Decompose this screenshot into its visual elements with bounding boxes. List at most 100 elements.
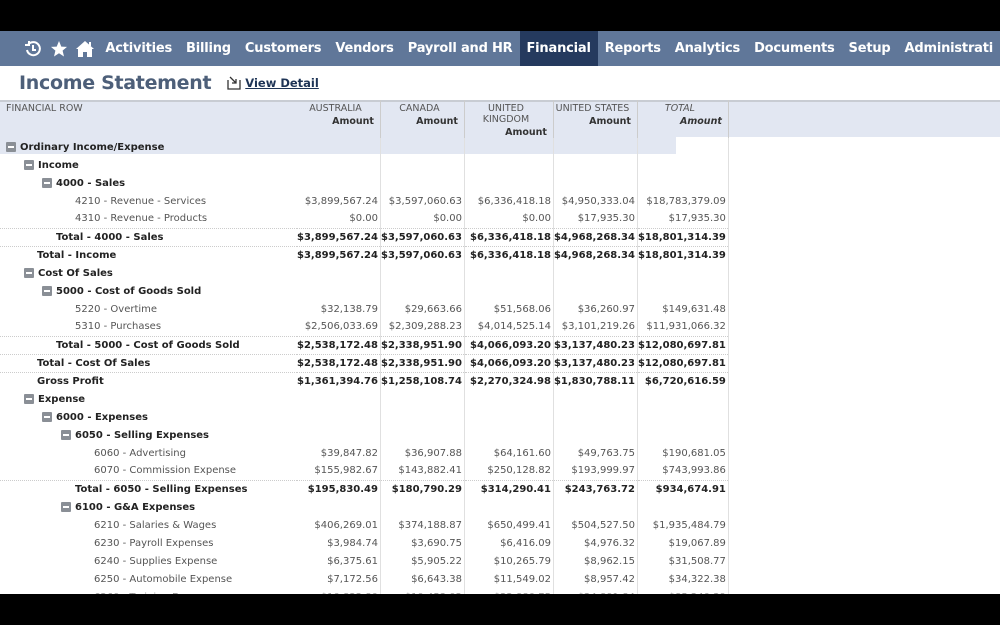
amount-cell[interactable]: $17,935.30 xyxy=(553,210,638,228)
amount-cell[interactable]: $190,681.05 xyxy=(637,444,729,462)
amount-cell[interactable]: $3,137,480.23 xyxy=(553,335,638,354)
amount-cell[interactable]: $4,014,525.14 xyxy=(464,318,554,336)
nav-item-documents[interactable]: Documents xyxy=(747,31,841,66)
amount-cell[interactable]: $143,882.41 xyxy=(380,462,465,480)
amount-cell[interactable]: $8,962.15 xyxy=(553,552,638,570)
amount-cell[interactable]: $406,269.01 xyxy=(297,516,381,534)
amount-cell[interactable]: $250,128.82 xyxy=(464,462,554,480)
column-header-canada[interactable]: CANADA Amount xyxy=(380,100,465,138)
recent-history-icon[interactable] xyxy=(20,31,46,66)
collapse-toggle-icon[interactable] xyxy=(61,429,71,440)
amount-cell[interactable]: $6,336,418.18 xyxy=(464,227,554,246)
amount-cell[interactable]: $6,375.61 xyxy=(297,552,381,570)
collapse-toggle-icon[interactable] xyxy=(6,141,16,152)
nav-item-analytics[interactable]: Analytics xyxy=(668,31,747,66)
amount-cell[interactable]: $18,783,379.09 xyxy=(637,192,729,210)
amount-cell[interactable]: $6,416.09 xyxy=(464,534,554,552)
amount-cell[interactable]: $7,172.56 xyxy=(297,570,381,588)
amount-cell[interactable]: $2,309,288.23 xyxy=(380,318,465,336)
nav-item-vendors[interactable]: Vendors xyxy=(328,31,400,66)
row-label[interactable]: Income xyxy=(38,160,79,171)
amount-cell[interactable]: $5,905.22 xyxy=(380,552,465,570)
amount-cell[interactable]: $3,597,060.63 xyxy=(380,227,465,246)
amount-cell[interactable]: $0.00 xyxy=(297,210,381,228)
collapse-toggle-icon[interactable] xyxy=(42,285,52,296)
amount-cell[interactable]: $11,549.02 xyxy=(464,570,554,588)
amount-cell[interactable]: $155,982.67 xyxy=(297,462,381,480)
amount-cell[interactable]: $2,270,324.98 xyxy=(464,371,554,390)
amount-cell[interactable]: $149,631.48 xyxy=(637,300,729,318)
amount-cell[interactable]: $6,643.38 xyxy=(380,570,465,588)
column-header-total[interactable]: TOTAL Amount xyxy=(637,100,729,138)
nav-item-billing[interactable]: Billing xyxy=(179,31,238,66)
amount-cell[interactable]: $0.00 xyxy=(380,210,465,228)
amount-cell[interactable]: $193,999.97 xyxy=(553,462,638,480)
amount-cell[interactable]: $22,880.75 xyxy=(464,588,554,594)
column-header-australia[interactable]: AUSTRALIA Amount xyxy=(297,100,381,138)
collapse-toggle-icon[interactable] xyxy=(61,501,71,512)
amount-cell[interactable]: $6,336,418.18 xyxy=(464,245,554,264)
amount-cell[interactable]: $2,538,172.48 xyxy=(297,335,381,354)
amount-cell[interactable]: $3,690.75 xyxy=(380,534,465,552)
amount-cell[interactable]: $3,899,567.24 xyxy=(297,227,381,246)
amount-cell[interactable]: $195,830.49 xyxy=(297,479,381,498)
amount-cell[interactable]: $49,763.75 xyxy=(553,444,638,462)
view-detail-link[interactable]: View Detail xyxy=(227,76,319,90)
collapse-toggle-icon[interactable] xyxy=(24,159,34,170)
amount-cell[interactable]: $374,188.87 xyxy=(380,516,465,534)
amount-cell[interactable]: $64,161.60 xyxy=(464,444,554,462)
row-label[interactable]: 6000 - Expenses xyxy=(56,412,148,423)
amount-cell[interactable]: $19,067.89 xyxy=(637,534,729,552)
row-label[interactable]: 6100 - G&A Expenses xyxy=(75,502,195,513)
row-label[interactable]: 4000 - Sales xyxy=(56,178,125,189)
amount-cell[interactable]: $650,499.41 xyxy=(464,516,554,534)
amount-cell[interactable]: $1,935,484.79 xyxy=(637,516,729,534)
column-header-united-states[interactable]: UNITED STATES Amount xyxy=(553,100,638,138)
amount-cell[interactable]: $18,801,314.39 xyxy=(637,227,729,246)
amount-cell[interactable]: $3,101,219.26 xyxy=(553,318,638,336)
home-icon[interactable] xyxy=(72,31,98,66)
nav-item-financial[interactable]: Financial xyxy=(519,31,598,66)
amount-cell[interactable]: $1,361,394.76 xyxy=(297,371,381,390)
amount-cell[interactable]: $18,801,314.39 xyxy=(637,245,729,264)
amount-cell[interactable]: $3,137,480.23 xyxy=(553,353,638,372)
amount-cell[interactable]: $743,993.86 xyxy=(637,462,729,480)
amount-cell[interactable]: $0.00 xyxy=(464,210,554,228)
amount-cell[interactable]: $10,265.79 xyxy=(464,552,554,570)
nav-item-administrati[interactable]: Administrati xyxy=(898,31,1000,66)
amount-cell[interactable]: $34,322.38 xyxy=(637,570,729,588)
amount-cell[interactable]: $934,674.91 xyxy=(637,479,729,498)
amount-cell[interactable]: $32,138.79 xyxy=(297,300,381,318)
row-label[interactable]: Cost Of Sales xyxy=(38,268,113,279)
amount-cell[interactable]: $4,950,333.04 xyxy=(553,192,638,210)
amount-cell[interactable]: $4,066,093.20 xyxy=(464,353,554,372)
collapse-toggle-icon[interactable] xyxy=(42,177,52,188)
amount-cell[interactable]: $10,822.80 xyxy=(297,588,381,594)
row-label[interactable]: Expense xyxy=(38,394,85,405)
amount-cell[interactable]: $4,968,268.34 xyxy=(553,245,638,264)
amount-cell[interactable]: $243,763.72 xyxy=(553,479,638,498)
amount-cell[interactable]: $180,790.29 xyxy=(380,479,465,498)
amount-cell[interactable]: $8,957.42 xyxy=(553,570,638,588)
amount-cell[interactable]: $36,907.88 xyxy=(380,444,465,462)
amount-cell[interactable]: $4,968,268.34 xyxy=(553,227,638,246)
amount-cell[interactable]: $17,935.30 xyxy=(637,210,729,228)
row-label[interactable]: 5000 - Cost of Goods Sold xyxy=(56,286,201,297)
collapse-toggle-icon[interactable] xyxy=(24,267,34,278)
column-header-financial-row[interactable]: FINANCIAL ROW xyxy=(0,100,297,138)
amount-cell[interactable]: $2,506,033.69 xyxy=(297,318,381,336)
amount-cell[interactable]: $1,830,788.11 xyxy=(553,371,638,390)
nav-item-activities[interactable]: Activities xyxy=(98,31,179,66)
amount-cell[interactable]: $1,258,108.74 xyxy=(380,371,465,390)
amount-cell[interactable]: $3,899,567.24 xyxy=(297,245,381,264)
amount-cell[interactable]: $3,899,567.24 xyxy=(297,192,381,210)
amount-cell[interactable]: $39,847.82 xyxy=(297,444,381,462)
amount-cell[interactable]: $3,597,060.63 xyxy=(380,245,465,264)
amount-cell[interactable]: $10,453.02 xyxy=(380,588,465,594)
amount-cell[interactable]: $12,080,697.81 xyxy=(637,335,729,354)
amount-cell[interactable]: $4,976.32 xyxy=(553,534,638,552)
amount-cell[interactable]: $36,260.97 xyxy=(553,300,638,318)
nav-item-customers[interactable]: Customers xyxy=(238,31,328,66)
row-label[interactable]: Ordinary Income/Expense xyxy=(20,142,164,153)
amount-cell[interactable]: $3,984.74 xyxy=(297,534,381,552)
